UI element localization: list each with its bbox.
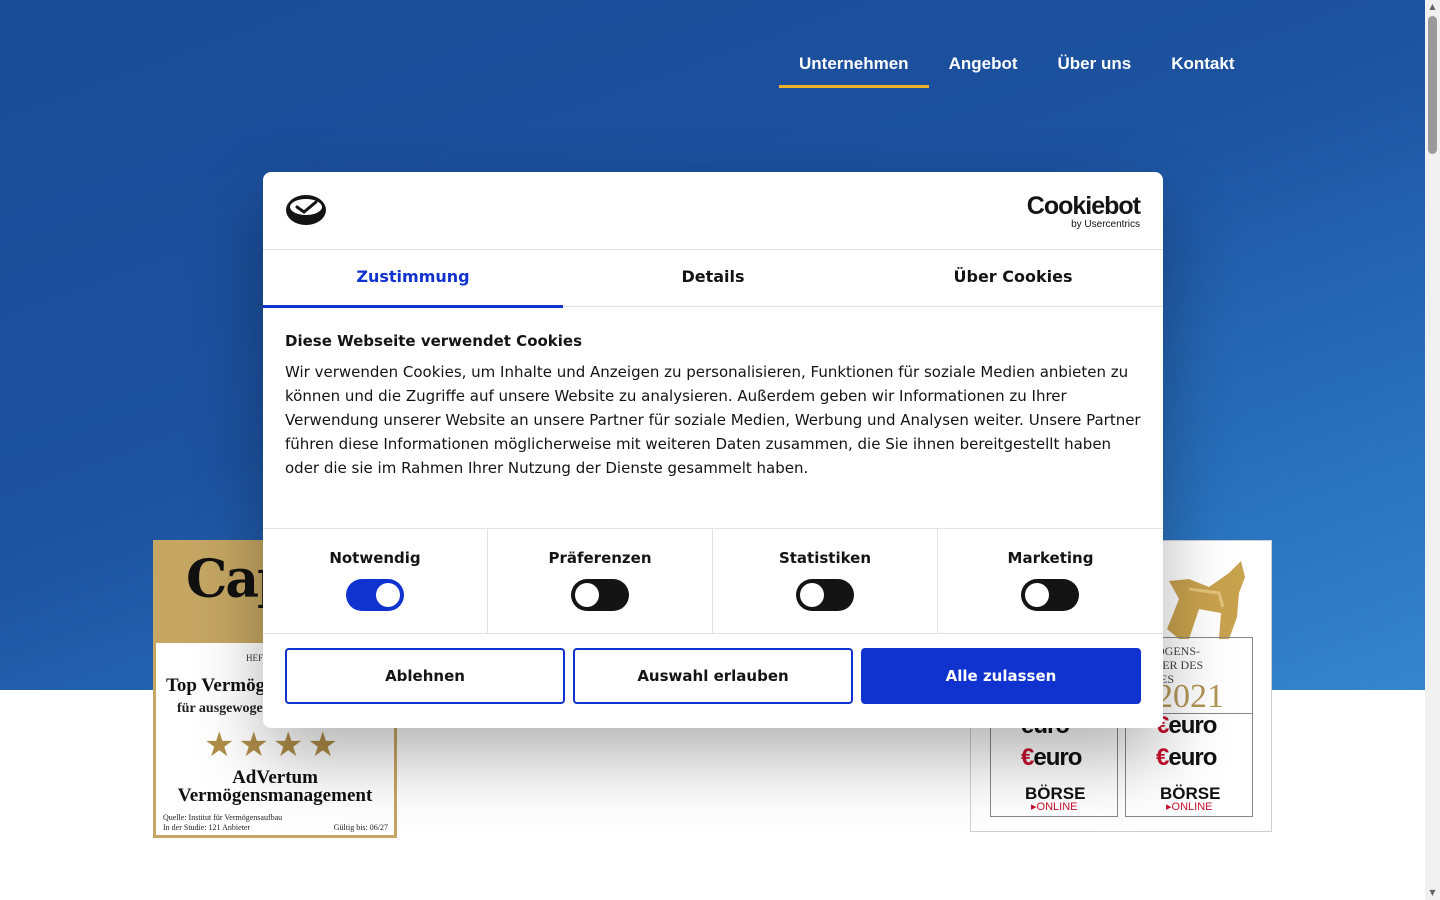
euro-award-year: 2021 [1156, 678, 1224, 715]
toggle-statistiken[interactable] [796, 579, 854, 611]
toggle-group-notwendig: Notwendig [263, 529, 488, 633]
bull-icon [1167, 561, 1245, 639]
scroll-down-icon[interactable]: ▼ [1425, 886, 1440, 900]
consent-tabs: Zustimmung Details Über Cookies [263, 250, 1163, 308]
nav-item-kontakt[interactable]: Kontakt [1151, 52, 1254, 88]
capital-source-line2: In der Studie: 121 Anbieter [163, 823, 251, 832]
dialog-header: Cookiebot by Usercentrics [263, 172, 1163, 250]
euro-logo-text: euro [1168, 744, 1217, 771]
scroll-up-icon[interactable]: ▲ [1425, 0, 1440, 14]
scroll-thumb[interactable] [1428, 16, 1437, 154]
decline-button[interactable]: Ablehnen [285, 648, 565, 704]
consent-body: Diese Webseite verwendet Cookies Wir ver… [285, 332, 1141, 480]
capital-company-line2: Vermögensmanagement [177, 785, 373, 806]
main-nav: Unternehmen Angebot Über uns Kontakt [779, 52, 1254, 88]
nav-item-ueber-uns[interactable]: Über uns [1038, 52, 1152, 88]
boerse-online-sub: ▸ONLINE [1166, 801, 1213, 813]
euro-am-sonntag-logo: €euro [1021, 744, 1082, 771]
consent-buttons: Ablehnen Auswahl erlauben Alle zulassen [285, 648, 1141, 704]
tab-zustimmung[interactable]: Zustimmung [263, 250, 563, 308]
tab-ueber-cookies[interactable]: Über Cookies [863, 250, 1163, 307]
euro-logos-column-2: €euro €euro BÖRSE ▸ONLINE [1125, 712, 1253, 817]
consent-description: Wir verwenden Cookies, um Inhalte und An… [285, 363, 1141, 477]
toggle-knob [575, 583, 599, 607]
toggle-group-praeferenzen: Präferenzen [488, 529, 713, 633]
tab-details[interactable]: Details [563, 250, 863, 307]
boerse-online-sub: ▸ONLINE [1031, 801, 1078, 813]
capital-subline: für ausgewoge [177, 701, 263, 716]
toggle-knob [800, 583, 824, 607]
capital-valid: Gültig bis: 06/27 [333, 823, 388, 832]
toggle-label-marketing: Marketing [1007, 549, 1094, 567]
cookiebot-brand: Cookiebot [1026, 192, 1141, 220]
star-rating: ★★★★ [204, 725, 342, 765]
toggle-knob [1025, 583, 1049, 607]
toggle-praeferenzen[interactable] [571, 579, 629, 611]
euro-logos-column-1: euro €euro BÖRSE ▸ONLINE [990, 712, 1118, 817]
euro-am-sonntag-logo: €euro [1156, 744, 1217, 771]
site-logo-icon [286, 195, 326, 225]
nav-item-unternehmen[interactable]: Unternehmen [779, 52, 929, 88]
toggle-label-praeferenzen: Präferenzen [548, 549, 652, 567]
page-scrollbar[interactable]: ▲ ▼ [1425, 0, 1440, 900]
euro-logo: €euro [1156, 712, 1217, 739]
consent-toggles: Notwendig Präferenzen Statistiken Market… [263, 528, 1163, 634]
toggle-label-statistiken: Statistiken [778, 549, 872, 567]
cookiebot-sub: by Usercentrics [1071, 219, 1140, 230]
euro-logo-text: euro [1168, 712, 1217, 739]
toggle-marketing[interactable] [1021, 579, 1079, 611]
toggle-label-notwendig: Notwendig [329, 549, 421, 567]
capital-source-line1: Quelle: Institut für Vermögensaufbau [163, 813, 283, 822]
toggle-group-statistiken: Statistiken [713, 529, 938, 633]
cookiebot-logo[interactable]: Cookiebot by Usercentrics [1026, 192, 1141, 230]
nav-item-angebot[interactable]: Angebot [929, 52, 1038, 88]
capital-small-text: HEF [246, 653, 264, 663]
toggle-knob [376, 583, 400, 607]
toggle-group-marketing: Marketing [938, 529, 1163, 633]
allow-selection-button[interactable]: Auswahl erlauben [573, 648, 853, 704]
euro-logo-text: euro [1033, 744, 1082, 771]
consent-title: Diese Webseite verwendet Cookies [285, 332, 583, 350]
toggle-notwendig[interactable] [346, 579, 404, 611]
capital-headline: Top Vermög [166, 675, 266, 696]
capital-source: Quelle: Institut für Vermögensaufbau In … [163, 813, 282, 833]
cookie-consent-dialog: Cookiebot by Usercentrics Zustimmung Det… [263, 172, 1163, 728]
allow-all-button[interactable]: Alle zulassen [861, 648, 1141, 704]
